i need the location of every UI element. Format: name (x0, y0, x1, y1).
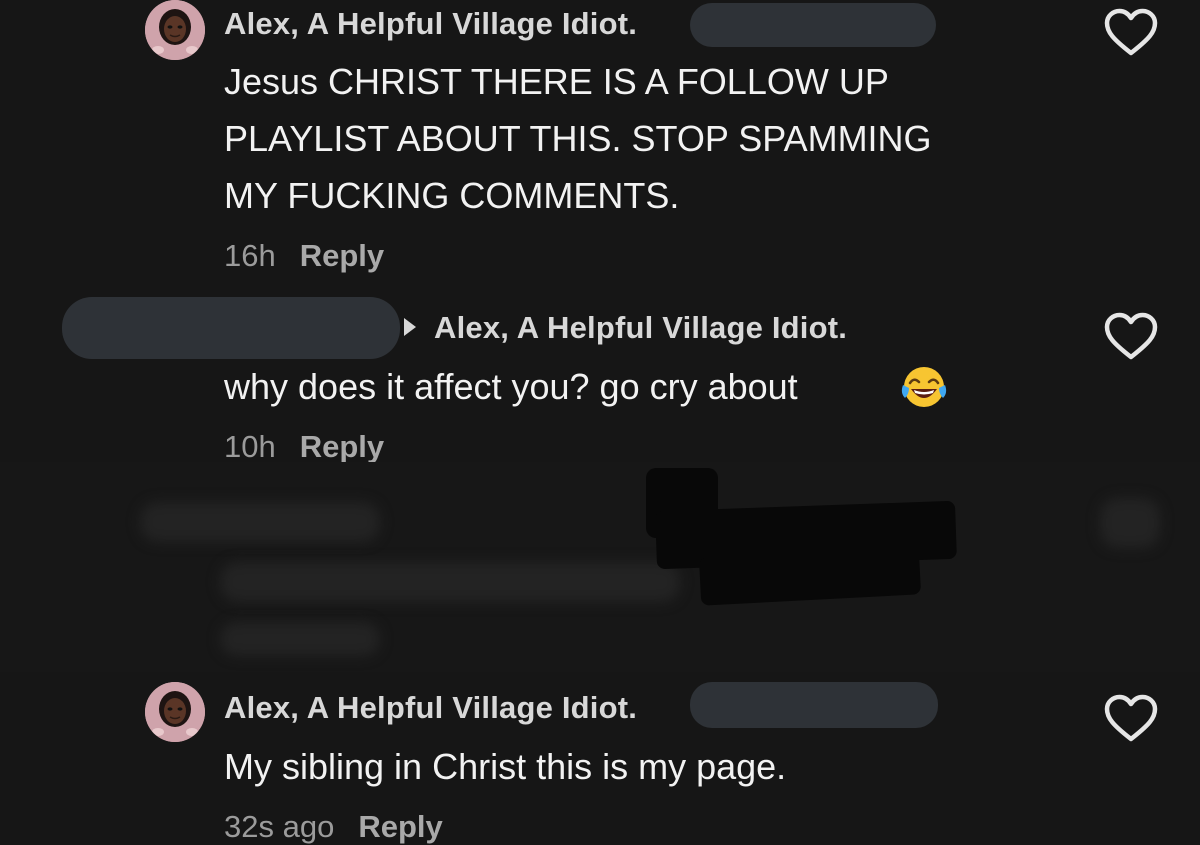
comment-text-line: PLAYLIST ABOUT THIS. STOP SPAMMING (224, 118, 932, 159)
comment-item: Alex, A Helpful Village Idiot. why does … (0, 292, 1200, 472)
comment-text-line: MY FUCKING COMMENTS. (224, 175, 680, 216)
comment-timestamp: 16h (224, 238, 276, 273)
comment-username[interactable]: Alex, A Helpful Village Idiot. (224, 6, 637, 42)
comment-thread: { "comments": [ { "username": "Alex, A H… (0, 0, 1200, 844)
heart-icon[interactable] (1103, 312, 1159, 362)
comment-text: why does it affect you? go cry about (224, 358, 798, 416)
blurred-content (220, 622, 380, 656)
obscured-comment (0, 462, 1200, 672)
caret-right-icon (404, 318, 416, 336)
comment-text-line: Jesus CHRIST THERE IS A FOLLOW UP (224, 61, 889, 102)
comment-timestamp: 10h (224, 429, 276, 464)
reply-button[interactable]: Reply (358, 809, 442, 844)
blurred-content (1100, 498, 1160, 548)
blurred-content (220, 562, 680, 602)
reply-button[interactable]: Reply (300, 238, 384, 273)
redacted-badge (690, 3, 936, 47)
redacted-badge (690, 682, 938, 728)
comment-text-content: why does it affect you? go cry about (224, 366, 798, 407)
face-with-tears-of-joy-icon (901, 367, 947, 407)
avatar-illustration-icon (145, 0, 205, 60)
comment-text: My sibling in Christ this is my page. (224, 746, 787, 787)
heart-icon[interactable] (1103, 8, 1159, 58)
comment-username[interactable]: Alex, A Helpful Village Idiot. (224, 690, 637, 726)
avatar[interactable] (145, 682, 205, 742)
comment-timestamp: 32s ago (224, 809, 335, 844)
avatar-illustration-icon (145, 682, 205, 742)
comment-item: Alex, A Helpful Village Idiot. Jesus CHR… (0, 0, 1200, 290)
redacted-username (62, 297, 400, 359)
redaction-scribble (698, 546, 922, 606)
avatar[interactable] (145, 0, 205, 60)
comment-item: Alex, A Helpful Village Idiot. My siblin… (0, 682, 1200, 844)
reply-button[interactable]: Reply (300, 429, 384, 464)
comment-meta: 10h Reply (224, 429, 384, 465)
blurred-content (140, 502, 380, 542)
comment-meta: 16h Reply (224, 238, 384, 274)
heart-icon[interactable] (1103, 694, 1159, 744)
reply-to-username[interactable]: Alex, A Helpful Village Idiot. (434, 310, 847, 346)
comment-meta: 32s ago Reply (224, 809, 443, 845)
